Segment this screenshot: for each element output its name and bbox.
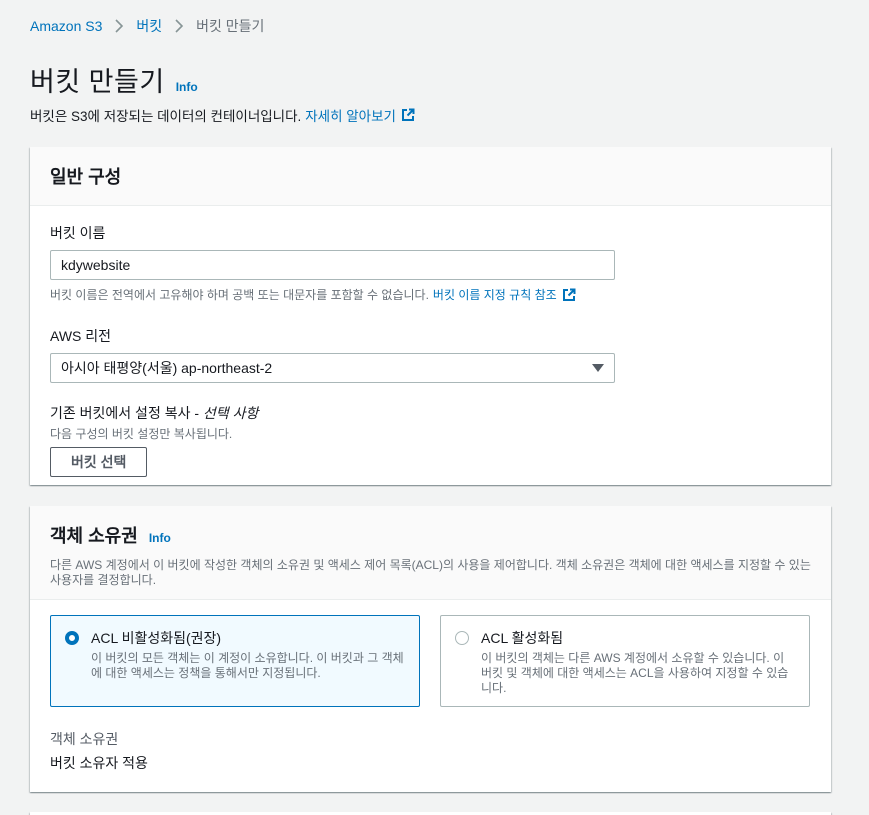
panel-title: 일반 구성 (50, 167, 122, 187)
info-link[interactable]: Info (176, 80, 198, 94)
panel-title: 객체 소유권 (50, 526, 138, 546)
choose-bucket-button[interactable]: 버킷 선택 (50, 447, 148, 477)
chevron-right-icon (114, 19, 124, 33)
bucket-name-hint: 버킷 이름은 전역에서 고유해야 하며 공백 또는 대문자를 포함할 수 없습니… (50, 286, 811, 303)
bucket-naming-rules-label: 버킷 이름 지정 규칙 참조 (432, 288, 557, 302)
acl-disabled-tile[interactable]: ACL 비활성화됨(권장) 이 버킷의 모든 객체는 이 계정이 소유합니다. … (50, 615, 420, 707)
caret-down-icon (592, 364, 604, 372)
tile-label: ACL 활성화됨 (481, 630, 564, 646)
object-ownership-value: 버킷 소유자 적용 (50, 755, 148, 771)
tile-description: 이 버킷의 객체는 다른 AWS 계정에서 소유할 수 있습니다. 이 버킷 및… (481, 651, 789, 695)
tile-description: 이 버킷의 모든 객체는 이 계정이 소유합니다. 이 버킷과 그 객체에 대한… (91, 651, 404, 680)
breadcrumb-item-s3[interactable]: Amazon S3 (30, 18, 102, 34)
external-link-icon (562, 288, 576, 302)
learn-more-label: 자세히 알아보기 (305, 109, 396, 124)
region-label: AWS 리전 (50, 328, 112, 344)
copy-settings-label: 기존 버킷에서 설정 복사 - 선택 사항 (50, 403, 811, 423)
panel-header: 객체 소유권 Info 다른 AWS 계정에서 이 버킷에 작성한 객체의 소유… (30, 506, 831, 600)
radio-button-checked[interactable] (65, 631, 79, 645)
object-ownership-panel: 객체 소유권 Info 다른 AWS 계정에서 이 버킷에 작성한 객체의 소유… (30, 506, 831, 792)
copy-settings-label-text: 기존 버킷에서 설정 복사 - (50, 405, 203, 421)
external-link-icon (401, 108, 415, 122)
bucket-name-hint-text: 버킷 이름은 전역에서 고유해야 하며 공백 또는 대문자를 포함할 수 없습니… (50, 288, 429, 302)
page-header: 버킷 만들기 Info 버킷은 S3에 저장되는 데이터의 컨테이너입니다. 자… (30, 60, 415, 125)
panel-header: 일반 구성 (30, 147, 831, 206)
region-selected-value: 아시아 태평양(서울) ap-northeast-2 (61, 360, 273, 376)
chevron-right-icon (174, 19, 184, 33)
acl-enabled-tile[interactable]: ACL 활성화됨 이 버킷의 객체는 다른 AWS 계정에서 소유할 수 있습니… (440, 615, 810, 707)
region-select[interactable]: 아시아 태평양(서울) ap-northeast-2 (50, 353, 615, 383)
breadcrumb-item-current: 버킷 만들기 (196, 18, 265, 34)
panel-body: ACL 비활성화됨(권장) 이 버킷의 모든 객체는 이 계정이 소유합니다. … (30, 600, 831, 792)
bucket-name-input[interactable] (50, 250, 615, 280)
panel-body: 버킷 이름 버킷 이름은 전역에서 고유해야 하며 공백 또는 대문자를 포함할… (30, 223, 831, 477)
breadcrumb-item-buckets[interactable]: 버킷 (136, 16, 162, 36)
radio-button[interactable] (455, 631, 469, 645)
copy-settings-hint: 다음 구성의 버킷 설정만 복사됩니다. (50, 427, 233, 441)
general-configuration-panel: 일반 구성 버킷 이름 버킷 이름은 전역에서 고유해야 하며 공백 또는 대문… (30, 147, 831, 485)
tile-label: ACL 비활성화됨(권장) (91, 630, 222, 646)
info-link[interactable]: Info (149, 531, 171, 545)
bucket-name-label: 버킷 이름 (50, 225, 106, 241)
page-title: 버킷 만들기 (30, 67, 165, 97)
ownership-description: 다른 AWS 계정에서 이 버킷에 작성한 객체의 소유권 및 액세스 제어 목… (50, 558, 811, 587)
bucket-naming-rules-link[interactable]: 버킷 이름 지정 규칙 참조 (433, 286, 576, 303)
page-description: 버킷은 S3에 저장되는 데이터의 컨테이너입니다. (30, 109, 302, 124)
learn-more-link[interactable]: 자세히 알아보기 (305, 105, 415, 125)
object-ownership-label: 객체 소유권 (50, 731, 119, 747)
breadcrumb: Amazon S3 버킷 버킷 만들기 (30, 16, 264, 36)
page-description-row: 버킷은 S3에 저장되는 데이터의 컨테이너입니다. 자세히 알아보기 (30, 105, 415, 125)
optional-label: 선택 사항 (202, 405, 259, 421)
